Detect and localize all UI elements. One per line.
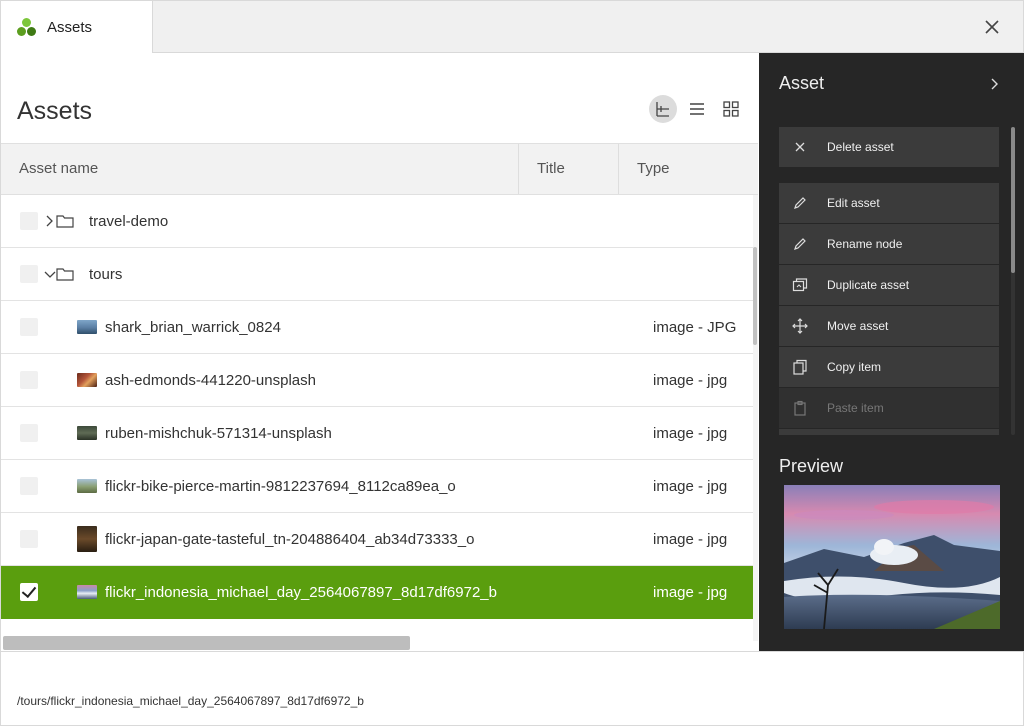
delete-asset-button[interactable]: Delete asset	[779, 127, 999, 167]
edit-asset-button[interactable]: Edit asset	[779, 183, 999, 223]
asset-thumbnail	[77, 426, 97, 440]
asset-thumbnail	[77, 585, 97, 599]
row-checkbox[interactable]	[20, 477, 38, 495]
row-checkbox[interactable]	[20, 371, 38, 389]
scrollbar-thumb[interactable]	[753, 247, 757, 345]
more-actions-partial[interactable]	[779, 429, 999, 435]
asset-type: image - jpg	[653, 424, 728, 442]
side-panel-title: Asset	[779, 73, 825, 93]
preview-title: Preview	[779, 456, 844, 476]
asset-name: shark_brian_warrick_0824	[105, 318, 281, 336]
asset-name: ash-edmonds-441220-unsplash	[105, 371, 316, 389]
selected-path: /tours/flickr_indonesia_michael_day_2564…	[17, 694, 364, 708]
page-title: Assets	[17, 97, 93, 125]
copy-item-button[interactable]: Copy item	[779, 347, 999, 387]
folder-icon	[56, 214, 74, 228]
asset-name: flickr_indonesia_michael_day_2564067897_…	[105, 583, 497, 601]
close-icon[interactable]	[981, 16, 1003, 38]
scrollbar-thumb[interactable]	[3, 636, 410, 650]
asset-list: travel-demo tours shark_brian_warrick_08…	[1, 195, 753, 635]
preview-image	[784, 485, 1000, 629]
asset-row[interactable]: ash-edmonds-441220-unsplash image - jpg	[1, 354, 753, 407]
column-header-type[interactable]: Type	[618, 144, 758, 194]
vertical-scrollbar[interactable]	[753, 195, 758, 641]
asset-thumbnail	[77, 526, 97, 552]
list-view-icon[interactable]	[683, 95, 711, 123]
tab-assets[interactable]: Assets	[1, 1, 153, 53]
action-label: Edit asset	[827, 196, 880, 210]
action-label: Delete asset	[827, 140, 894, 154]
row-checkbox[interactable]	[20, 212, 38, 230]
duplicate-asset-button[interactable]: Duplicate asset	[779, 265, 999, 305]
table-header: Asset name Title Type	[1, 143, 758, 195]
row-checkbox-checked[interactable]	[20, 583, 38, 601]
rename-node-button[interactable]: Rename node	[779, 224, 999, 264]
asset-type: image - jpg	[653, 371, 728, 389]
grid-view-icon[interactable]	[717, 95, 745, 123]
asset-name: ruben-mishchuk-571314-unsplash	[105, 424, 332, 442]
asset-type: image - jpg	[653, 583, 728, 601]
asset-row[interactable]: flickr-bike-pierce-martin-9812237694_811…	[1, 460, 753, 513]
asset-name: flickr-japan-gate-tasteful_tn-204886404_…	[105, 530, 475, 548]
asset-row-selected[interactable]: flickr_indonesia_michael_day_2564067897_…	[1, 566, 753, 619]
chevron-right-icon[interactable]	[44, 214, 54, 228]
status-footer: /tours/flickr_indonesia_michael_day_2564…	[1, 651, 1023, 725]
close-icon	[792, 139, 808, 155]
asset-thumbnail	[77, 479, 97, 493]
pencil-icon	[792, 236, 808, 252]
asset-side-panel: Asset Delete asset Edit asset Rename nod…	[759, 53, 1024, 651]
paste-item-button[interactable]: Paste item	[779, 388, 999, 428]
column-header-asset-name[interactable]: Asset name	[19, 144, 98, 194]
move-icon	[792, 318, 808, 334]
tree-view-icon[interactable]	[649, 95, 677, 123]
asset-type: image - jpg	[653, 530, 728, 548]
column-header-title[interactable]: Title	[518, 144, 618, 194]
row-checkbox[interactable]	[20, 318, 38, 336]
asset-type: image - JPG	[653, 318, 737, 336]
row-checkbox[interactable]	[20, 265, 38, 283]
tab-bar: Assets	[1, 1, 1023, 53]
app-logo-icon	[17, 17, 37, 37]
folder-row-tours[interactable]: tours	[1, 248, 753, 301]
assets-app-window: Assets Assets Asset name Title Type trav…	[0, 0, 1024, 726]
asset-row[interactable]: shark_brian_warrick_0824 image - JPG	[1, 301, 753, 354]
action-list: Delete asset Edit asset Rename node Dupl…	[779, 127, 999, 435]
view-switcher	[649, 95, 745, 123]
asset-thumbnail	[77, 320, 97, 334]
asset-name: flickr-bike-pierce-martin-9812237694_811…	[105, 477, 456, 495]
main-panel: Assets Asset name Title Type travel-demo…	[1, 53, 758, 651]
asset-row[interactable]: flickr-japan-gate-tasteful_tn-204886404_…	[1, 513, 753, 566]
horizontal-scrollbar[interactable]	[1, 635, 758, 651]
folder-name: tours	[89, 265, 123, 283]
action-label: Paste item	[827, 401, 884, 415]
tab-label: Assets	[47, 18, 93, 36]
duplicate-icon	[792, 277, 808, 293]
copy-icon	[792, 359, 808, 375]
folder-icon	[56, 267, 74, 281]
action-label: Duplicate asset	[827, 278, 910, 292]
row-checkbox[interactable]	[20, 530, 38, 548]
pencil-icon	[792, 195, 808, 211]
folder-name: travel-demo	[89, 212, 169, 230]
asset-row[interactable]: ruben-mishchuk-571314-unsplash image - j…	[1, 407, 753, 460]
action-label: Move asset	[827, 319, 889, 333]
chevron-down-icon[interactable]	[44, 267, 56, 281]
action-label: Copy item	[827, 360, 882, 374]
action-label: Rename node	[827, 237, 903, 251]
asset-type: image - jpg	[653, 477, 728, 495]
side-scrollbar-thumb[interactable]	[1011, 127, 1015, 273]
folder-row-travel-demo[interactable]: travel-demo	[1, 195, 753, 248]
chevron-right-icon[interactable]	[989, 77, 999, 91]
row-checkbox[interactable]	[20, 424, 38, 442]
move-asset-button[interactable]: Move asset	[779, 306, 999, 346]
asset-thumbnail	[77, 373, 97, 387]
paste-icon	[792, 400, 808, 416]
